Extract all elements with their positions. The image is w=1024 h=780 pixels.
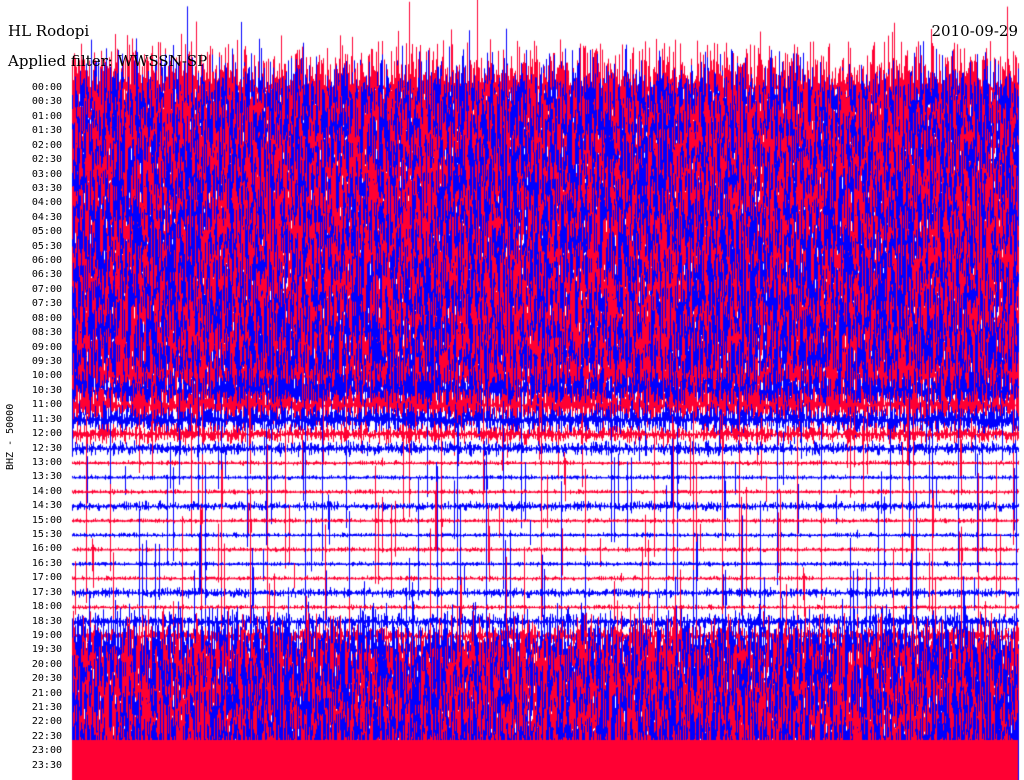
time-tick-label: 01:00: [31, 110, 62, 122]
time-tick-label: 01:30: [31, 125, 62, 137]
time-tick-label: 00:00: [31, 82, 62, 93]
time-tick-label: 15:00: [31, 514, 62, 526]
time-tick-label: 20:30: [31, 673, 62, 685]
time-tick-label: 11:00: [31, 399, 62, 411]
time-tick-label: 18:00: [31, 601, 62, 613]
time-tick-label: 02:00: [31, 139, 62, 151]
time-tick-label: 19:00: [31, 629, 62, 641]
time-tick-label: 13:00: [31, 456, 62, 468]
time-tick-label: 21:00: [31, 687, 62, 699]
time-tick-label: 02:30: [31, 154, 62, 166]
time-tick-label: 22:00: [31, 716, 62, 728]
time-tick-label: 07:00: [31, 283, 62, 295]
time-tick-label: 16:00: [31, 543, 62, 555]
time-tick-label: 09:00: [31, 341, 62, 353]
time-tick-label: 03:00: [31, 168, 62, 180]
time-tick-label: 20:00: [31, 658, 62, 670]
time-tick-label: 15:30: [31, 529, 62, 541]
time-tick-label: 12:30: [31, 442, 62, 454]
time-tick-label: 04:00: [31, 197, 62, 209]
time-tick-label: 06:00: [31, 255, 62, 267]
time-tick-label: 08:00: [31, 312, 62, 324]
time-tick-label: 06:30: [31, 269, 62, 281]
time-tick-label: 16:30: [31, 557, 62, 569]
time-tick-label: 22:30: [31, 730, 62, 742]
time-tick-label: 18:30: [31, 615, 62, 627]
time-tick-label: 11:30: [31, 413, 62, 425]
date-label: 2010-09-29: [931, 22, 1018, 40]
time-tick-label: 04:30: [31, 211, 62, 223]
time-tick-label: 10:30: [31, 384, 62, 396]
time-tick-label: 14:30: [31, 500, 62, 512]
time-tick-label: 13:30: [31, 471, 62, 483]
time-tick-label: 14:00: [31, 485, 62, 497]
time-tick-label: 19:30: [31, 644, 62, 656]
time-tick-label: 05:00: [31, 226, 62, 238]
time-tick-label: 09:30: [31, 355, 62, 367]
time-tick-label: 21:30: [31, 702, 62, 714]
time-tick-label: 10:00: [31, 370, 62, 382]
time-tick-label: 08:30: [31, 327, 62, 339]
time-tick-label: 23:30: [31, 759, 62, 771]
time-tick-label: 12:00: [31, 428, 62, 440]
filter-label: Applied filter: WWSSN-SP: [8, 52, 208, 70]
time-tick-label: 03:30: [31, 182, 62, 194]
time-tick-label: 23:00: [31, 745, 62, 757]
time-tick-label: 05:30: [31, 240, 62, 252]
station-title: HL Rodopi: [8, 22, 90, 40]
time-tick-label: 17:30: [31, 586, 62, 598]
time-tick-label: 00:30: [31, 96, 62, 108]
time-tick-label: 07:30: [31, 298, 62, 310]
helicorder-plot: [0, 0, 1024, 780]
time-tick-label: 17:00: [31, 572, 62, 584]
